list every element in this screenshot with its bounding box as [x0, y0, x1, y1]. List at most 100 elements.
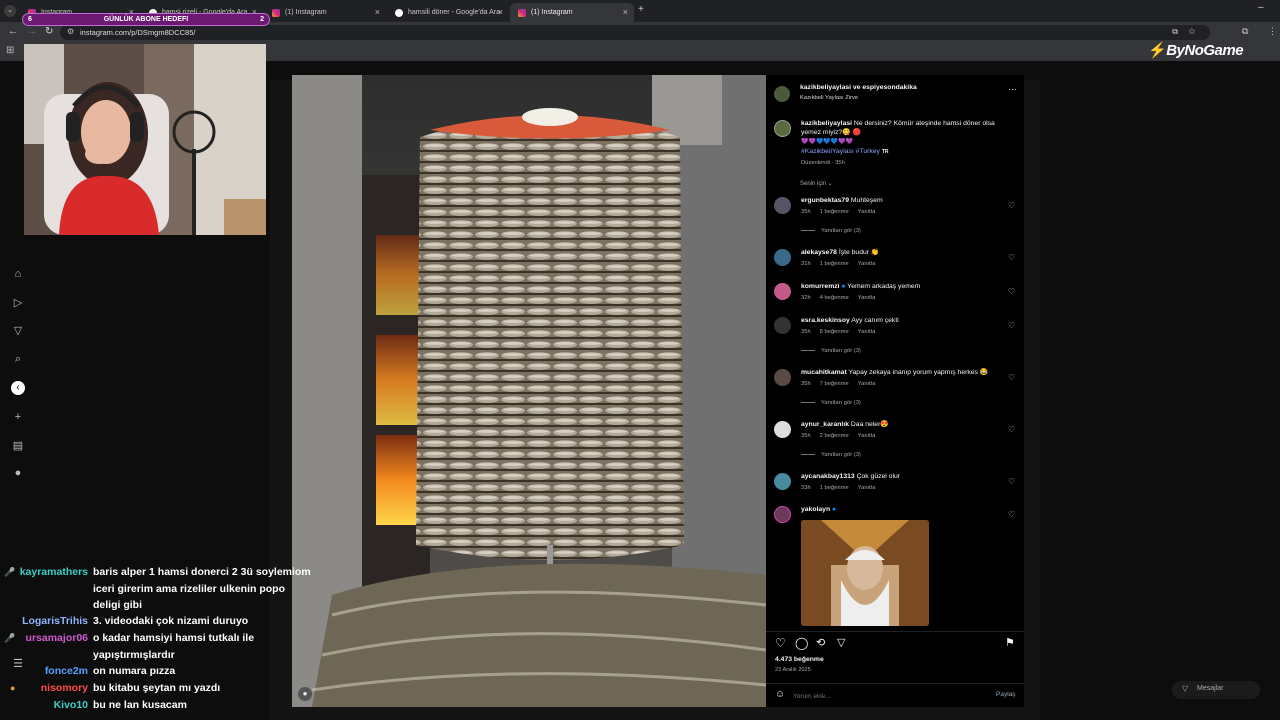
reply-button[interactable]: Yanıtla — [858, 433, 876, 439]
chat-username[interactable]: Kivo10 — [54, 697, 88, 714]
commenter-avatar[interactable] — [774, 317, 791, 334]
like-comment-icon[interactable]: ♡ — [1008, 477, 1015, 486]
view-replies[interactable]: Yanıtları gör (3) — [801, 452, 861, 458]
messages-icon[interactable]: ▽ — [11, 324, 25, 338]
comment-likes[interactable]: 1 beğenme — [820, 485, 849, 491]
commenter-avatar[interactable] — [774, 249, 791, 266]
commenter-avatar[interactable] — [774, 197, 791, 214]
bookmark-star-icon[interactable]: ☆ — [1188, 26, 1196, 37]
comment-likes[interactable]: 1 beğenme — [820, 261, 849, 267]
minimize-icon[interactable]: – — [1258, 2, 1264, 13]
profile-icon[interactable]: ⋮ — [1268, 26, 1277, 37]
commenter-avatar[interactable] — [774, 283, 791, 300]
caption-tags[interactable]: #KazikbeliYaylası #Turkey — [801, 148, 880, 155]
view-replies[interactable]: Yanıtları gör (3) — [801, 228, 861, 234]
reply-button[interactable]: Yanıtla — [858, 329, 876, 335]
commenter-avatar[interactable] — [774, 421, 791, 438]
comment-user[interactable]: komurremzi — [801, 283, 840, 290]
chat-username[interactable]: kayramathers — [20, 564, 88, 581]
emoji-icon[interactable]: ☺ — [775, 689, 785, 700]
save-icon[interactable]: ⚑ — [1005, 636, 1015, 649]
site-info-icon[interactable]: ⚙ — [67, 27, 74, 36]
comment-likes[interactable]: 7 beğenme — [820, 381, 849, 387]
comment-likes[interactable]: 8 beğenme — [820, 329, 849, 335]
apps-grid-icon[interactable]: ⊞ — [6, 45, 14, 56]
chat-username[interactable]: fonce2m — [45, 663, 88, 680]
explore-icon[interactable]: ‹ — [11, 381, 25, 395]
tab-instagram-2[interactable]: (1) Instagram × — [264, 3, 386, 22]
reply-button[interactable]: Yanıtla — [858, 261, 876, 267]
profile-icon[interactable]: ● — [11, 467, 25, 481]
chat-username[interactable]: LogarisTrihis — [22, 613, 88, 630]
close-icon[interactable]: × — [375, 7, 380, 17]
back-icon[interactable]: ← — [8, 26, 18, 37]
like-comment-icon[interactable]: ♡ — [1008, 425, 1015, 434]
reply-button[interactable]: Yanıtla — [858, 295, 876, 301]
like-comment-icon[interactable]: ♡ — [1008, 321, 1015, 330]
create-icon[interactable]: + — [11, 411, 25, 425]
search-icon[interactable]: ⌕ — [11, 353, 25, 367]
tab-google-hamsili-doner[interactable]: hamsili döner - Google'da Ara × — [387, 3, 509, 22]
install-icon[interactable]: ⧉ — [1172, 27, 1178, 37]
reply-button[interactable]: Yanıtla — [858, 381, 876, 387]
chat-username[interactable]: ursamajor06 — [26, 630, 88, 647]
commenter-avatar[interactable] — [774, 473, 791, 490]
post-image[interactable]: ● — [292, 75, 766, 707]
comment-likes[interactable]: 1 beğenme — [820, 209, 849, 215]
caption-avatar[interactable] — [774, 120, 791, 137]
author-avatar[interactable] — [774, 86, 790, 102]
commenter-avatar[interactable] — [774, 369, 791, 386]
comment-body: alekayse78 İşte budur 👏 — [801, 248, 1001, 257]
view-replies[interactable]: Yanıtları gör (3) — [801, 348, 861, 354]
comment-time: 31h — [801, 261, 811, 267]
home-icon[interactable]: ⌂ — [11, 268, 25, 282]
view-replies[interactable]: Yanıtları gör (3) — [801, 400, 861, 406]
close-icon[interactable]: × — [623, 7, 628, 17]
comment-likes[interactable]: 2 beğenme — [820, 433, 849, 439]
like-comment-icon[interactable]: ♡ — [1008, 201, 1015, 210]
forward-icon[interactable]: → — [27, 26, 37, 37]
comment-user[interactable]: esra.keskinsoy — [801, 317, 850, 324]
tab-search-icon[interactable]: ⌄ — [4, 5, 16, 17]
more-options-icon[interactable]: ··· — [1008, 84, 1017, 94]
messages-pill[interactable]: ▽ Mesajlar — [1172, 681, 1260, 699]
comment-time: 33h — [801, 485, 811, 491]
url-field[interactable]: ⚙ instagram.com/p/DSmgm8DCC85/ ⧉ ☆ — [60, 25, 1210, 40]
comment-user[interactable]: alekayse78 — [801, 249, 837, 256]
post-date: 23 Aralık 2025 — [775, 667, 811, 673]
comment-user[interactable]: aycanakbay1313 — [801, 473, 855, 480]
like-comment-icon[interactable]: ♡ — [1008, 373, 1015, 382]
share-icon[interactable]: ▽ — [837, 636, 845, 649]
comment-user[interactable]: ergunbektas79 — [801, 197, 849, 204]
repost-icon[interactable]: ⟲ — [816, 636, 825, 649]
extensions-icon[interactable]: ⧉ — [1242, 26, 1248, 37]
comment-user[interactable]: aynur_karanlık — [801, 421, 849, 428]
reload-icon[interactable]: ↻ — [45, 26, 53, 37]
reels-icon[interactable]: ▷ — [11, 296, 25, 310]
comment-user[interactable]: mucahitkamat — [801, 369, 847, 376]
comment-user[interactable]: yakolayn — [801, 506, 830, 513]
caption-user[interactable]: kazikbeliyaylasi — [801, 120, 852, 127]
comment-likes[interactable]: 4 beğenme — [820, 295, 849, 301]
like-icon[interactable]: ♡ — [775, 636, 786, 650]
add-comment-input[interactable] — [793, 690, 973, 702]
new-tab-button[interactable]: + — [638, 4, 644, 15]
dashboard-icon[interactable]: ▤ — [11, 439, 25, 453]
post-location[interactable]: Kazıkbeli Yaylası Zirve — [800, 95, 858, 101]
like-comment-icon[interactable]: ♡ — [1008, 287, 1015, 296]
chat-username[interactable]: nisomory — [41, 680, 88, 697]
reply-button[interactable]: Yanıtla — [858, 209, 876, 215]
reply-button[interactable]: Yanıtla — [858, 485, 876, 491]
comment-item: yakolayn ● ♡ — [774, 506, 1024, 631]
comment-icon[interactable]: ◯ — [795, 636, 808, 650]
commenter-avatar[interactable] — [774, 506, 791, 523]
like-count[interactable]: 4.473 beğenme — [775, 656, 824, 663]
comment-gif[interactable] — [801, 520, 929, 626]
close-icon[interactable]: × — [498, 7, 503, 17]
post-author[interactable]: kazikbeliyaylasi ve espiyesondakika — [800, 84, 917, 91]
tab-instagram-active[interactable]: (1) Instagram × — [510, 3, 634, 22]
like-comment-icon[interactable]: ♡ — [1008, 253, 1015, 262]
comment-sort[interactable]: Senin için ⌄ — [800, 180, 833, 187]
like-comment-icon[interactable]: ♡ — [1008, 510, 1015, 519]
post-comment-button[interactable]: Paylaş — [996, 691, 1016, 698]
